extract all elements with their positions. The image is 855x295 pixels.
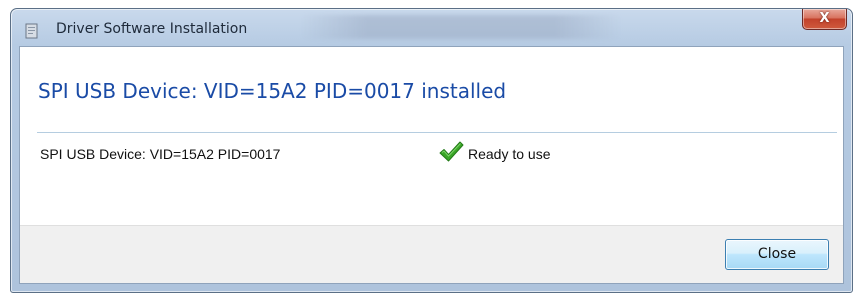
device-status-text: Ready to use xyxy=(468,146,551,162)
device-name: SPI USB Device: VID=15A2 PID=0017 xyxy=(40,146,281,162)
title-bar[interactable]: Driver Software Installation X xyxy=(11,9,852,46)
dialog-content: SPI USB Device: VID=15A2 PID=0017 instal… xyxy=(19,46,844,284)
dialog-window: Driver Software Installation X SPI USB D… xyxy=(10,8,853,293)
window-close-button[interactable]: X xyxy=(802,9,847,30)
close-button[interactable]: Close xyxy=(725,239,829,270)
blurred-background-text xyxy=(301,15,621,39)
window-title: Driver Software Installation xyxy=(56,21,248,37)
driver-installer-icon xyxy=(24,23,40,39)
install-status-heading: SPI USB Device: VID=15A2 PID=0017 instal… xyxy=(38,79,507,103)
divider xyxy=(37,132,837,133)
device-status: Ready to use xyxy=(438,140,551,168)
green-check-icon xyxy=(438,140,464,168)
dialog-footer: Close xyxy=(20,225,843,283)
